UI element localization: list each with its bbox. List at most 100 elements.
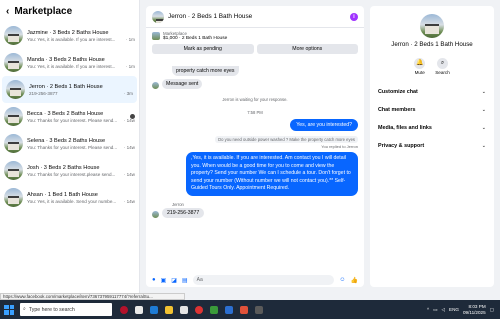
listing-summary[interactable]: Marketplace $1,000 · 2 Beds 1 Bath House [146, 28, 364, 44]
mute-button[interactable]: 🔔 Mute [414, 58, 426, 75]
chrome-icon[interactable] [195, 305, 203, 314]
section-media-files-links[interactable]: Media, files and links ⌄ [370, 119, 494, 137]
conversation-preview: You: Yes, it is available. If you are in… [27, 36, 116, 42]
search-icon: ⌕ [23, 306, 26, 312]
link-status-bar: https://www.facebook.com/marketplace/ite… [0, 293, 185, 300]
conversation-name: Becca · 3 Beds 2 Baths House [27, 110, 104, 117]
conversation-time: · 14w [123, 198, 135, 204]
listing-price: $1,000 · 2 Beds 1 Bath House [163, 36, 228, 41]
conversation-preview: 219-256-3877 [29, 90, 58, 96]
file-explorer-icon[interactable] [165, 305, 173, 314]
info-icon[interactable]: i [350, 12, 358, 21]
conversation-item[interactable]: Jerron · 2 Beds 1 Bath House 219-256-3877… [2, 76, 137, 103]
conversation-name: Manda · 3 Beds 2 Baths House [27, 56, 105, 63]
message-input[interactable]: Aa [192, 275, 335, 285]
message-thread[interactable]: property catch more eyes Message sent Je… [146, 64, 364, 264]
gif-icon[interactable]: ▤ [182, 277, 188, 284]
app-icon[interactable] [120, 305, 128, 314]
conversation-preview: You: Yes, it is available. Send your num… [27, 198, 117, 204]
conversation-time: · 14w [123, 171, 135, 177]
reply-context: Do you need outside power washed ? Make … [215, 136, 358, 143]
contact-avatar[interactable] [420, 14, 444, 38]
search-icon: ⌕ [437, 58, 448, 69]
app-icon[interactable] [255, 305, 263, 314]
search-button[interactable]: ⌕ Search [435, 58, 450, 75]
timestamp: 7:58 PM [247, 110, 263, 115]
app-icon[interactable] [210, 305, 218, 314]
chat-header: Jerron · 2 Beds 1 Bath House i [146, 6, 364, 28]
conversation-item[interactable]: Manda · 3 Beds 2 Baths House You: Yes, it… [0, 49, 139, 76]
conversation-sidebar: ‹ Marketplace Jazmine · 3 Beds 2 Baths H… [0, 0, 140, 293]
chevron-down-icon: ⌄ [481, 143, 486, 149]
chat-title[interactable]: Jerron · 2 Beds 1 Bath House [168, 13, 346, 20]
conversation-avatar [4, 107, 23, 126]
emoji-icon[interactable]: ☺ [339, 277, 345, 283]
section-privacy-support[interactable]: Privacy & support ⌄ [370, 137, 494, 155]
conversation-list: Jazmine · 3 Beds 2 Baths House You: Yes, … [0, 22, 139, 211]
windows-taskbar: ⌕ Type here to search ^ ▭ ◁ ENG 8:03 PM … [0, 300, 500, 319]
details-sections: Customize chat ⌄ Chat members ⌄ Media, fil… [370, 83, 494, 155]
network-icon[interactable]: ▭ [433, 307, 437, 313]
notification-icon[interactable]: ▢ [490, 307, 494, 313]
conversation-name: Jerron · 2 Beds 1 Bath House [29, 83, 103, 90]
conversation-item[interactable]: Jazmine · 3 Beds 2 Baths House You: Yes, … [0, 22, 139, 49]
windows-start-icon[interactable] [4, 304, 14, 315]
incoming-message: 219-256-3877 [162, 207, 205, 218]
outgoing-message: Yes, are you interested? [290, 119, 358, 131]
section-customize-chat[interactable]: Customize chat ⌄ [370, 83, 494, 101]
conversation-time: · 3m [123, 90, 133, 96]
conversation-item[interactable]: Selena · 3 Beds 2 Baths House You: Thanks… [0, 130, 139, 157]
unread-dot [130, 114, 135, 119]
section-label: Media, files and links [378, 125, 432, 131]
sticker-icon[interactable]: ◪ [171, 277, 177, 284]
conversation-time: · 1m [125, 63, 135, 69]
section-chat-members[interactable]: Chat members ⌄ [370, 101, 494, 119]
conversation-item[interactable]: Ahsan · 1 Bed 1 Bath House You: Yes, it i… [0, 184, 139, 211]
clock-date: 09/11/2025 [463, 309, 486, 315]
like-icon[interactable]: 👍 [351, 277, 358, 284]
system-tray: ^ ▭ ◁ ENG 8:03 PM 09/11/2025 ▢ [427, 304, 500, 315]
taskbar-apps [120, 305, 263, 314]
image-icon[interactable]: ▣ [161, 277, 167, 284]
conversation-name: Ahsan · 1 Bed 1 Bath House [27, 191, 98, 198]
listing-thumbnail [152, 32, 160, 40]
chat-panel: Jerron · 2 Beds 1 Bath House i Marketpla… [146, 6, 364, 287]
taskbar-search[interactable]: ⌕ Type here to search [20, 303, 112, 316]
conversation-item[interactable]: Becca · 3 Beds 2 Baths House You: Thanks … [0, 103, 139, 130]
incoming-message: Message sent [162, 79, 203, 89]
task-view-icon[interactable] [135, 305, 143, 314]
edge-icon[interactable] [150, 305, 158, 314]
conversation-preview: You: Thanks for your interest. Please se… [27, 144, 118, 150]
sidebar-header: ‹ Marketplace [0, 0, 139, 22]
section-label: Customize chat [378, 89, 418, 95]
sidebar-title: Marketplace [14, 5, 73, 17]
conversation-avatar [4, 26, 23, 45]
chevron-up-icon[interactable]: ^ [427, 307, 429, 312]
details-panel: Jerron · 2 Beds 1 Bath House 🔔 Mute ⌕ Se… [370, 6, 494, 287]
chevron-down-icon: ⌄ [481, 89, 486, 95]
conversation-avatar [4, 53, 23, 72]
mute-label: Mute [414, 70, 425, 75]
reply-label: You replied to Jerron [321, 144, 358, 149]
store-icon[interactable] [180, 305, 188, 314]
conversation-name: Jazmine · 3 Beds 2 Baths House [27, 29, 109, 36]
microphone-icon[interactable]: ● [152, 277, 156, 283]
chat-avatar[interactable] [152, 10, 164, 23]
back-arrow-icon[interactable]: ‹ [6, 6, 9, 17]
bell-icon: 🔔 [414, 58, 426, 69]
word-icon[interactable] [225, 305, 233, 314]
conversation-avatar [4, 134, 23, 153]
chevron-down-icon: ⌄ [481, 107, 486, 113]
incoming-message: property catch more eyes [172, 66, 239, 76]
volume-icon[interactable]: ◁ [441, 307, 445, 313]
language-indicator[interactable]: ENG [449, 307, 459, 312]
more-options-button[interactable]: More options [256, 44, 358, 54]
conversation-item[interactable]: Josh · 3 Beds 2 Baths House You: Thanks f… [0, 157, 139, 184]
conversation-avatar [4, 188, 23, 207]
clock[interactable]: 8:03 PM 09/11/2025 [463, 304, 486, 315]
section-label: Chat members [378, 107, 416, 113]
sender-avatar [152, 210, 159, 218]
conversation-avatar [4, 161, 23, 180]
mark-pending-button[interactable]: Mark as pending [152, 44, 254, 54]
app-icon[interactable] [240, 305, 248, 314]
